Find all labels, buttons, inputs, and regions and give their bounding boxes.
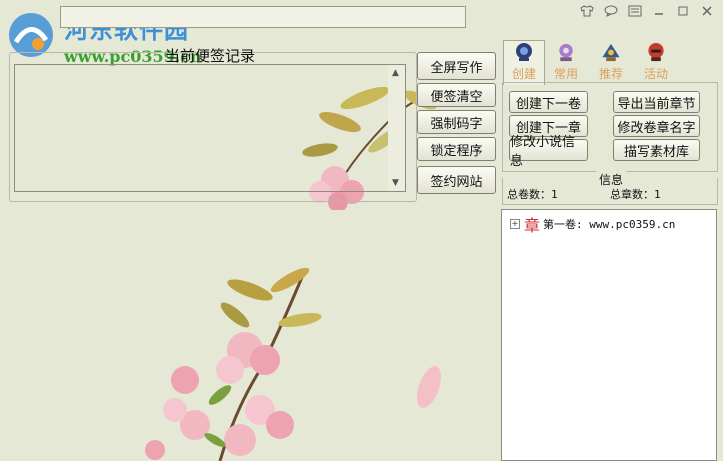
falling-petal [416,366,442,408]
window-title-box [60,6,466,28]
note-scrollbar[interactable]: ▲ ▼ [388,64,406,192]
create-icon [516,43,532,61]
close-icon[interactable] [697,3,717,19]
tab-create[interactable]: 创建 [503,40,545,85]
create-next-volume-button[interactable]: 创建下一卷 [509,91,588,113]
export-chapter-button[interactable]: 导出当前章节 [613,91,700,113]
menu-icon[interactable] [625,3,645,19]
note-textarea[interactable] [14,64,390,192]
tab-recommend-label: 推荐 [598,67,623,81]
tree-item-volume-1[interactable]: + 章 第一卷: www.pc0359.cn [510,212,675,236]
tree-item-label: 第一卷: www.pc0359.cn [543,218,676,231]
sign-site-button[interactable]: 签约网站 [417,166,496,194]
tab-event[interactable]: 活动 [636,42,676,82]
chat-icon[interactable] [601,3,621,19]
note-panel-title: 当前便签记录 [165,47,256,65]
tab-common[interactable]: 常用 [546,42,586,82]
rename-volume-chapter-button[interactable]: 修改卷章名字 [613,115,700,137]
edit-novel-info-button[interactable]: 修改小说信息 [509,135,588,169]
recommend-icon [602,43,620,62]
tab-create-label: 创建 [511,67,536,81]
force-code-button[interactable]: 强制码字 [417,110,496,134]
minimize-icon[interactable] [649,3,669,19]
total-volumes: 总卷数：1 [507,186,558,202]
event-icon [648,42,664,62]
total-volumes-label: 总卷数： [507,188,551,201]
total-volumes-value: 1 [551,188,558,201]
lock-program-button[interactable]: 锁定程序 [417,137,496,161]
fullscreen-write-button[interactable]: 全屏写作 [417,52,496,80]
shirt-icon[interactable] [577,3,597,19]
total-chapters: 总章数：1 [610,186,661,202]
scroll-down-icon[interactable]: ▼ [392,178,399,188]
tab-common-label: 常用 [553,67,578,81]
maximize-icon[interactable] [673,3,693,19]
total-chapters-label: 总章数： [610,188,654,201]
tab-recommend[interactable]: 推荐 [591,42,631,82]
expand-icon[interactable]: + [510,219,520,229]
material-library-button[interactable]: 描写素材库 [613,139,700,161]
tab-event-label: 活动 [643,67,668,81]
scroll-up-icon[interactable]: ▲ [392,68,399,78]
chapter-tree[interactable]: + 章 第一卷: www.pc0359.cn [501,209,717,461]
window-controls [573,3,717,19]
clear-notes-button[interactable]: 便签清空 [417,83,496,107]
chapter-icon: 章 [524,216,541,235]
common-icon [559,43,573,62]
flower-branch-bottom [145,267,322,461]
total-chapters-value: 1 [654,188,661,201]
